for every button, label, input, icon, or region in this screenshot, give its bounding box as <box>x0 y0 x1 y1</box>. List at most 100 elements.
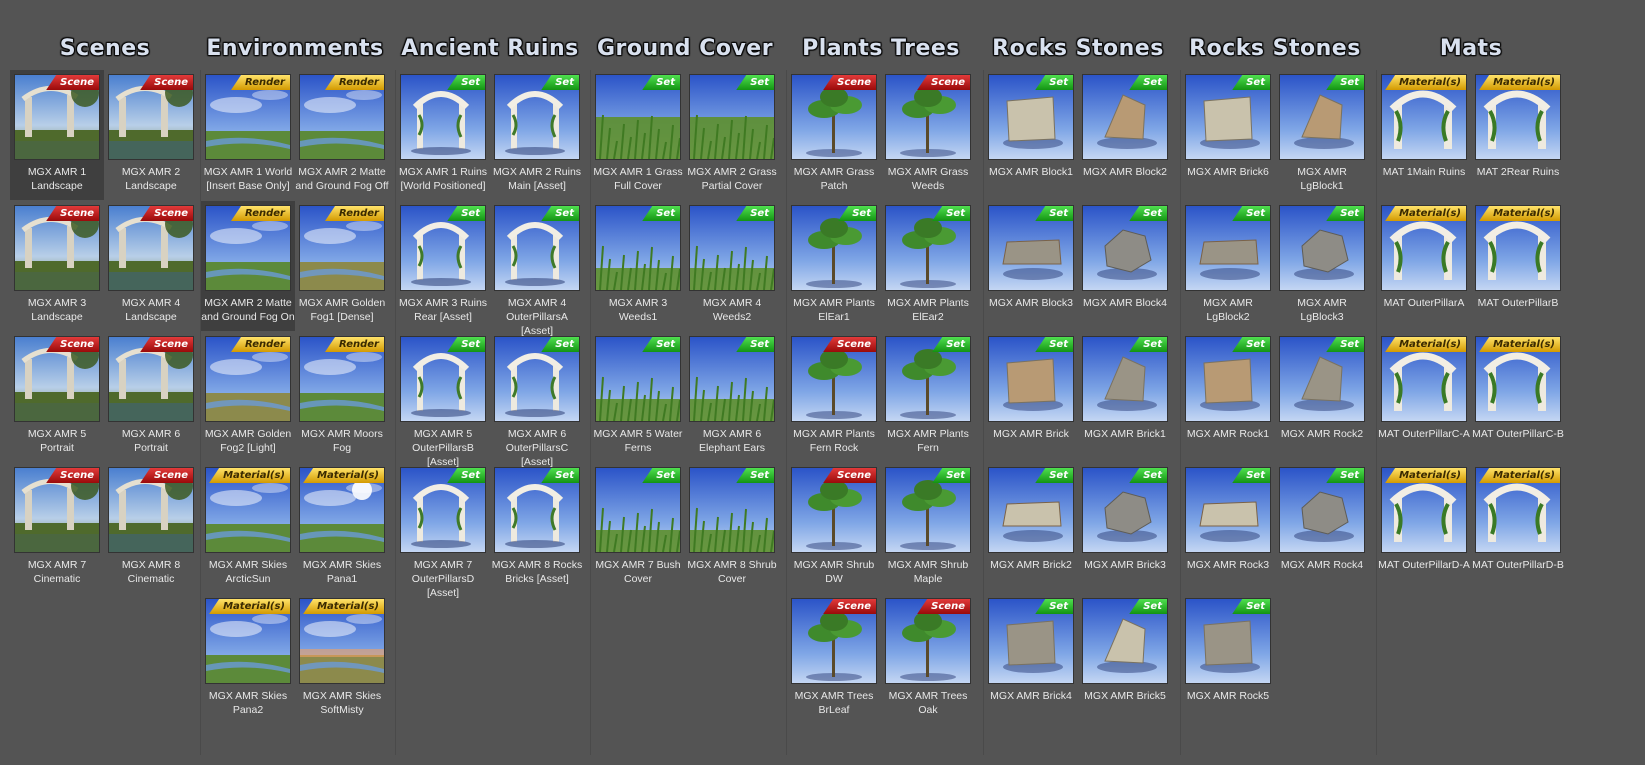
library-tile-mgx-amr-6-elephant-ears[interactable]: Set MGX AMR 6 Elephant Ears <box>685 332 779 462</box>
library-tile-mgx-amr-brick5[interactable]: Set MGX AMR Brick5 <box>1078 594 1172 724</box>
library-tile-mgx-amr-2-grass-partial-cover[interactable]: Set MGX AMR 2 Grass Partial Cover <box>685 70 779 200</box>
thumbnail[interactable]: Scene <box>108 467 194 553</box>
thumbnail[interactable]: Set <box>791 205 877 291</box>
thumbnail[interactable]: Scene <box>14 74 100 160</box>
thumbnail[interactable]: Set <box>595 336 681 422</box>
library-tile-mgx-amr-5-outerpillarsb-asset[interactable]: Set MGX AMR 5 OuterPillarsB [Asset] <box>396 332 490 468</box>
thumbnail[interactable]: Set <box>1279 205 1365 291</box>
thumbnail[interactable]: Scene <box>108 336 194 422</box>
thumbnail[interactable]: Set <box>885 336 971 422</box>
library-tile-mgx-amr-lgblock2[interactable]: Set MGX AMR LgBlock2 <box>1181 201 1275 331</box>
library-tile-mgx-amr-1-grass-full-cover[interactable]: Set MGX AMR 1 Grass Full Cover <box>591 70 685 200</box>
library-tile-mgx-amr-7-outerpillarsd-asset[interactable]: Set MGX AMR 7 OuterPillarsD [Asset] <box>396 463 490 599</box>
library-tile-mgx-amr-3-weeds1[interactable]: Set MGX AMR 3 Weeds1 <box>591 201 685 331</box>
library-tile-mat-outerpillara[interactable]: Material(s) MAT OuterPillarA <box>1377 201 1471 331</box>
library-tile-mgx-amr-8-cinematic[interactable]: Scene MGX AMR 8 Cinematic <box>104 463 198 593</box>
thumbnail[interactable]: Material(s) <box>1381 205 1467 291</box>
thumbnail[interactable]: Scene <box>885 74 971 160</box>
library-tile-mgx-amr-trees-oak[interactable]: Scene MGX AMR Trees Oak <box>881 594 975 724</box>
library-tile-mat-outerpillarc-a[interactable]: Material(s) MAT OuterPillarC-A <box>1377 332 1471 462</box>
thumbnail[interactable]: Material(s) <box>299 467 385 553</box>
library-tile-mat-outerpillard-b[interactable]: Material(s) MAT OuterPillarD-B <box>1471 463 1565 593</box>
thumbnail[interactable]: Set <box>1082 74 1168 160</box>
thumbnail[interactable]: Scene <box>108 74 194 160</box>
library-tile-mgx-amr-8-rocks-bricks-asset[interactable]: Set MGX AMR 8 Rocks Bricks [Asset] <box>490 463 584 593</box>
thumbnail[interactable]: Scene <box>108 205 194 291</box>
thumbnail[interactable]: Set <box>689 205 775 291</box>
thumbnail[interactable]: Set <box>885 467 971 553</box>
thumbnail[interactable]: Set <box>1082 467 1168 553</box>
thumbnail[interactable]: Set <box>988 598 1074 684</box>
thumbnail[interactable]: Render <box>299 336 385 422</box>
library-tile-mgx-amr-shrub-dw[interactable]: Scene MGX AMR Shrub DW <box>787 463 881 593</box>
thumbnail[interactable]: Set <box>988 336 1074 422</box>
library-tile-mgx-amr-1-world-insert-base-only[interactable]: Render MGX AMR 1 World [Insert Base Only] <box>201 70 295 200</box>
library-tile-mgx-amr-plants-elear1[interactable]: Set MGX AMR Plants ElEar1 <box>787 201 881 331</box>
library-tile-mgx-amr-moors-fog[interactable]: Render MGX AMR Moors Fog <box>295 332 389 462</box>
thumbnail[interactable]: Set <box>1185 205 1271 291</box>
library-tile-mgx-amr-lgblock3[interactable]: Set MGX AMR LgBlock3 <box>1275 201 1369 331</box>
thumbnail[interactable]: Set <box>400 205 486 291</box>
library-tile-mgx-amr-6-portrait[interactable]: Scene MGX AMR 6 Portrait <box>104 332 198 462</box>
library-tile-mgx-amr-shrub-maple[interactable]: Set MGX AMR Shrub Maple <box>881 463 975 593</box>
library-tile-mgx-amr-block2[interactable]: Set MGX AMR Block2 <box>1078 70 1172 200</box>
library-tile-mgx-amr-grass-patch[interactable]: Scene MGX AMR Grass Patch <box>787 70 881 200</box>
library-tile-mgx-amr-block1[interactable]: Set MGX AMR Block1 <box>984 70 1078 200</box>
library-tile-mgx-amr-2-ruins-main-asset[interactable]: Set MGX AMR 2 Ruins Main [Asset] <box>490 70 584 200</box>
library-tile-mgx-amr-rock1[interactable]: Set MGX AMR Rock1 <box>1181 332 1275 462</box>
thumbnail[interactable]: Material(s) <box>299 598 385 684</box>
library-tile-mgx-amr-6-outerpillarsc-asset[interactable]: Set MGX AMR 6 OuterPillarsC [Asset] <box>490 332 584 468</box>
thumbnail[interactable]: Set <box>494 467 580 553</box>
library-tile-mgx-amr-skies-pana2[interactable]: Material(s) MGX AMR Skies Pana2 <box>201 594 295 724</box>
library-tile-mgx-amr-4-weeds2[interactable]: Set MGX AMR 4 Weeds2 <box>685 201 779 331</box>
library-tile-mgx-amr-skies-pana1[interactable]: Material(s) MGX AMR Skies Pana1 <box>295 463 389 593</box>
thumbnail[interactable]: Render <box>299 74 385 160</box>
library-tile-mgx-amr-rock4[interactable]: Set MGX AMR Rock4 <box>1275 463 1369 593</box>
thumbnail[interactable]: Material(s) <box>205 467 291 553</box>
library-tile-mgx-amr-rock5[interactable]: Set MGX AMR Rock5 <box>1181 594 1275 724</box>
thumbnail[interactable]: Scene <box>14 467 100 553</box>
library-tile-mat-2rear-ruins[interactable]: Material(s) MAT 2Rear Ruins <box>1471 70 1565 200</box>
library-tile-mgx-amr-brick2[interactable]: Set MGX AMR Brick2 <box>984 463 1078 593</box>
thumbnail[interactable]: Scene <box>791 74 877 160</box>
library-tile-mgx-amr-brick6[interactable]: Set MGX AMR Brick6 <box>1181 70 1275 200</box>
thumbnail[interactable]: Set <box>1185 74 1271 160</box>
library-tile-mgx-amr-1-ruins-world-positioned[interactable]: Set MGX AMR 1 Ruins [World Positioned] <box>396 70 490 200</box>
thumbnail[interactable]: Scene <box>14 205 100 291</box>
thumbnail[interactable]: Set <box>1185 336 1271 422</box>
thumbnail[interactable]: Set <box>1185 467 1271 553</box>
thumbnail[interactable]: Material(s) <box>1475 336 1561 422</box>
library-tile-mgx-amr-7-cinematic[interactable]: Scene MGX AMR 7 Cinematic <box>10 463 104 593</box>
thumbnail[interactable]: Set <box>1279 336 1365 422</box>
thumbnail[interactable]: Set <box>689 336 775 422</box>
library-tile-mat-outerpillarb[interactable]: Material(s) MAT OuterPillarB <box>1471 201 1565 331</box>
library-tile-mgx-amr-5-portrait[interactable]: Scene MGX AMR 5 Portrait <box>10 332 104 462</box>
thumbnail[interactable]: Set <box>1082 205 1168 291</box>
library-tile-mgx-amr-3-ruins-rear-asset[interactable]: Set MGX AMR 3 Ruins Rear [Asset] <box>396 201 490 331</box>
library-tile-mgx-amr-brick4[interactable]: Set MGX AMR Brick4 <box>984 594 1078 724</box>
thumbnail[interactable]: Set <box>1082 598 1168 684</box>
thumbnail[interactable]: Set <box>1082 336 1168 422</box>
thumbnail[interactable]: Material(s) <box>1381 336 1467 422</box>
thumbnail[interactable]: Render <box>205 336 291 422</box>
library-tile-mgx-amr-golden-fog2-light[interactable]: Render MGX AMR Golden Fog2 [Light] <box>201 332 295 462</box>
thumbnail[interactable]: Scene <box>14 336 100 422</box>
thumbnail[interactable]: Set <box>988 467 1074 553</box>
library-tile-mgx-amr-2-landscape[interactable]: Scene MGX AMR 2 Landscape <box>104 70 198 200</box>
thumbnail[interactable]: Material(s) <box>1381 74 1467 160</box>
library-tile-mgx-amr-rock3[interactable]: Set MGX AMR Rock3 <box>1181 463 1275 593</box>
thumbnail[interactable]: Set <box>400 467 486 553</box>
thumbnail[interactable]: Render <box>205 74 291 160</box>
library-tile-mgx-amr-2-matte-and-ground-fog-off[interactable]: Render MGX AMR 2 Matte and Ground Fog Off <box>295 70 389 200</box>
library-tile-mgx-amr-brick1[interactable]: Set MGX AMR Brick1 <box>1078 332 1172 462</box>
thumbnail[interactable]: Set <box>494 74 580 160</box>
library-tile-mgx-amr-plants-fern-rock[interactable]: Scene MGX AMR Plants Fern Rock <box>787 332 881 462</box>
thumbnail[interactable]: Set <box>1279 467 1365 553</box>
library-tile-mgx-amr-skies-arcticsun[interactable]: Material(s) MGX AMR Skies ArcticSun <box>201 463 295 593</box>
thumbnail[interactable]: Material(s) <box>1381 467 1467 553</box>
library-tile-mgx-amr-lgblock1[interactable]: Set MGX AMR LgBlock1 <box>1275 70 1369 200</box>
thumbnail[interactable]: Set <box>400 336 486 422</box>
thumbnail[interactable]: Material(s) <box>1475 205 1561 291</box>
library-tile-mgx-amr-4-outerpillarsa-asset[interactable]: Set MGX AMR 4 OuterPillarsA [Asset] <box>490 201 584 337</box>
thumbnail[interactable]: Set <box>595 467 681 553</box>
